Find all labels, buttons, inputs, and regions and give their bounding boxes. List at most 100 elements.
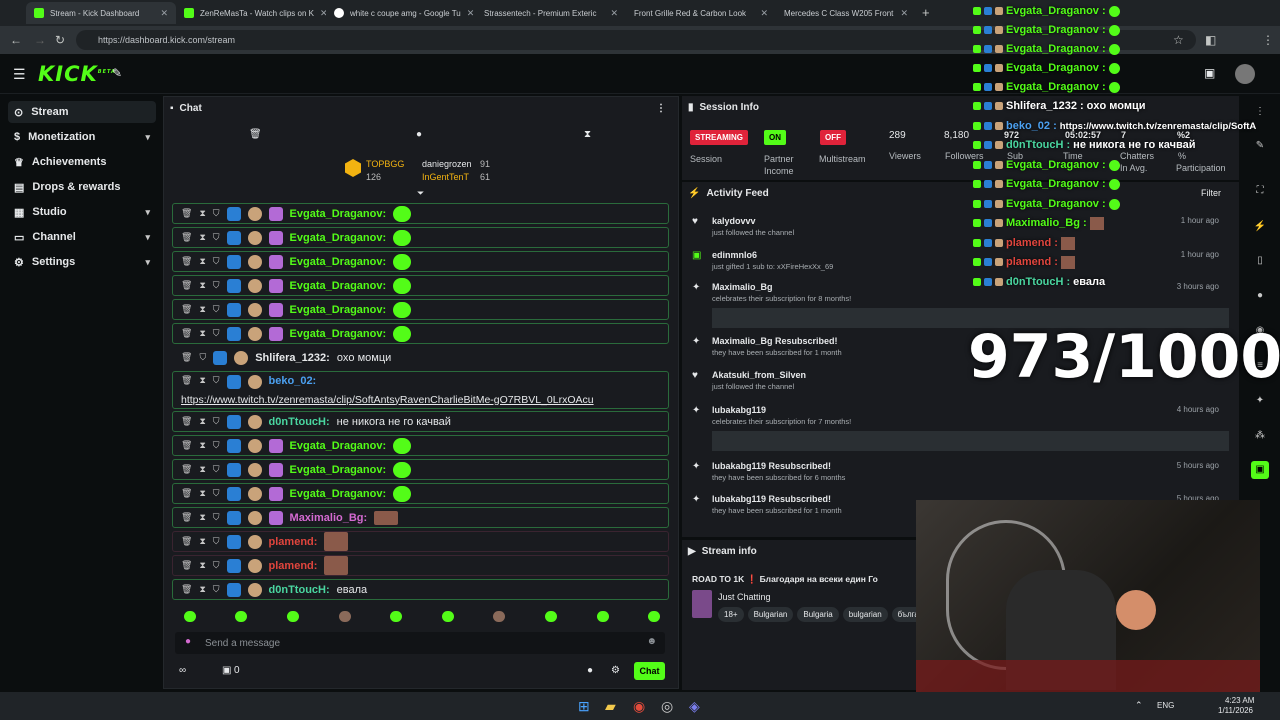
timeout-icon[interactable]: ⧗: [199, 375, 205, 386]
chat-username[interactable]: Maximalio_Bg:: [290, 512, 368, 524]
timeout-icon[interactable]: ⧗: [199, 584, 205, 595]
hourglass-icon[interactable]: ⧗: [584, 129, 591, 140]
rail-chat-icon[interactable]: ●: [1251, 287, 1269, 305]
delete-icon[interactable]: 🗑: [181, 208, 192, 219]
message-input[interactable]: ● Send a message ☻: [175, 632, 665, 654]
chat-username[interactable]: d0nTtoucH:: [269, 416, 330, 428]
feed-name[interactable]: edinmnlo6: [712, 250, 1229, 260]
chat-username[interactable]: Evgata_Draganov:: [290, 488, 387, 500]
close-icon[interactable]: ✕: [467, 8, 475, 19]
ban-icon[interactable]: ⛉: [213, 280, 220, 291]
ban-icon[interactable]: ⛉: [213, 536, 220, 547]
ban-icon[interactable]: ⛉: [213, 375, 220, 386]
ban-icon[interactable]: ⛉: [213, 440, 220, 451]
emote-icon[interactable]: [544, 610, 557, 622]
ban-icon[interactable]: ⛉: [213, 208, 220, 219]
chat-bubble-icon[interactable]: ●: [587, 665, 593, 676]
tag[interactable]: 18+: [718, 607, 744, 622]
dashboard-icon[interactable]: ▣: [1204, 66, 1215, 80]
feed-item[interactable]: ✦ lubakabg119 Resubscribed! they have been…: [692, 461, 1229, 482]
ban-icon[interactable]: ⛉: [199, 352, 206, 363]
delete-icon[interactable]: 🗑: [181, 256, 192, 267]
timeout-icon[interactable]: ⧗: [199, 464, 205, 475]
chat-message[interactable]: 🗑 ⧗ ⛉ Evgata_Draganov:: [172, 251, 669, 272]
sidebar-item-studio[interactable]: ▦ Studio ▾: [8, 201, 156, 223]
emote-icon[interactable]: [648, 610, 661, 622]
chat-message[interactable]: 🗑 ⧗ ⛉ Evgata_Draganov:: [172, 323, 669, 344]
ban-icon[interactable]: ⛉: [213, 488, 220, 499]
emote-icon[interactable]: [390, 610, 403, 622]
chat-message[interactable]: 🗑 ⛉ Shlifera_1232: oxo момци: [172, 347, 669, 368]
rail-tool-icon[interactable]: ✦: [1251, 392, 1269, 410]
new-tab-icon[interactable]: +: [922, 5, 930, 20]
back-icon[interactable]: ←: [10, 33, 22, 47]
clock-date[interactable]: 1/11/2026: [1218, 706, 1253, 715]
close-icon[interactable]: ✕: [900, 8, 908, 19]
reload-icon[interactable]: ↻: [55, 33, 65, 47]
chat-message[interactable]: 🗑 ⧗ ⛉ plamend:: [172, 531, 669, 552]
timeout-icon[interactable]: ⧗: [199, 440, 205, 451]
emoji-icon[interactable]: ☻: [646, 636, 657, 647]
feed-item[interactable]: ▣ edinmnlo6 just gifted 1 sub to: xXFireHe…: [692, 250, 1229, 271]
trash-icon[interactable]: 🗑: [249, 129, 262, 140]
language-indicator[interactable]: ENG: [1157, 701, 1174, 710]
feed-name[interactable]: Maximalio_Bg: [712, 282, 1229, 292]
emote-icon[interactable]: [596, 610, 609, 622]
chat-username[interactable]: plamend:: [269, 536, 318, 548]
sidebar-item-settings[interactable]: ⚙ Settings ▾: [8, 251, 156, 273]
tab-google[interactable]: white c coupe amg - Google Tu ✕: [326, 2, 476, 24]
ban-icon[interactable]: ⛉: [213, 416, 220, 427]
timeout-icon[interactable]: ⧗: [199, 416, 205, 427]
tag[interactable]: Bulgarian: [747, 607, 794, 622]
delete-icon[interactable]: 🗑: [181, 304, 192, 315]
chat-message[interactable]: 🗑 ⧗ ⛉ Evgata_Draganov:: [172, 227, 669, 248]
chat-username[interactable]: Evgata_Draganov:: [290, 256, 387, 268]
chat-mode-icon[interactable]: ●: [416, 129, 422, 140]
mic-icon[interactable]: ●: [185, 636, 191, 647]
chat-message[interactable]: 🗑 ⧗ ⛉ d0nTtoucH: не никога не го качвай: [172, 411, 669, 432]
chat-message[interactable]: 🗑 ⧗ ⛉ Evgata_Draganov:: [172, 435, 669, 456]
ban-icon[interactable]: ⛉: [213, 584, 220, 595]
timeout-icon[interactable]: ⧗: [199, 232, 205, 243]
emote-icon[interactable]: [441, 610, 454, 622]
chat-message[interactable]: 🗑 ⧗ ⛉ Evgata_Draganov:: [172, 459, 669, 480]
delete-icon[interactable]: 🗑: [181, 352, 192, 363]
gear-icon[interactable]: ⚙: [611, 665, 620, 676]
delete-icon[interactable]: 🗑: [181, 232, 192, 243]
chat-menu-icon[interactable]: ⋮: [656, 103, 666, 114]
emote-icon[interactable]: [493, 610, 506, 622]
delete-icon[interactable]: 🗑: [181, 584, 192, 595]
timeout-icon[interactable]: ⧗: [199, 280, 205, 291]
clock-time[interactable]: 4:23 AM: [1225, 696, 1254, 705]
sidebar-item-monetization[interactable]: $ Monetization ▾: [8, 126, 156, 148]
delete-icon[interactable]: 🗑: [181, 464, 192, 475]
feed-item[interactable]: ♥ kalydovvv just followed the channel 1 hou…: [692, 216, 1229, 237]
ban-icon[interactable]: ⛉: [213, 464, 220, 475]
close-icon[interactable]: ✕: [610, 8, 618, 19]
menu-dots-icon[interactable]: ⋮: [1262, 33, 1274, 47]
chat-username[interactable]: Evgata_Draganov:: [290, 440, 387, 452]
avatar[interactable]: [1235, 64, 1255, 84]
chat-send-button[interactable]: Chat: [634, 662, 665, 680]
discord-icon[interactable]: ◈: [689, 698, 700, 715]
obs-icon[interactable]: ◎: [661, 698, 673, 715]
chat-message[interactable]: 🗑 ⧗ ⛉ Evgata_Draganov:: [172, 203, 669, 224]
sidebar-item-achievements[interactable]: ♛ Achievements: [8, 151, 156, 173]
chat-username[interactable]: Evgata_Draganov:: [290, 328, 387, 340]
rail-gift-icon[interactable]: ▣: [1251, 461, 1269, 479]
tag[interactable]: Bulgaria: [797, 607, 839, 622]
rail-people-icon[interactable]: ⁂: [1251, 427, 1269, 445]
rail-expand-icon[interactable]: ⛶: [1251, 182, 1269, 200]
windows-start-icon[interactable]: ⊞: [578, 698, 590, 715]
ban-icon[interactable]: ⛉: [213, 256, 220, 267]
forward-icon[interactable]: →: [34, 33, 46, 47]
ban-icon[interactable]: ⛉: [213, 328, 220, 339]
rail-bolt-icon[interactable]: ⚡: [1251, 218, 1269, 236]
sidebar-item-channel[interactable]: ▭ Channel ▾: [8, 226, 156, 248]
chat-message[interactable]: 🗑 ⧗ ⛉ beko_02: https://www.twitch.tv/zenrema…: [172, 371, 669, 409]
pin-tool-icon[interactable]: ✎: [112, 66, 122, 80]
delete-icon[interactable]: 🗑: [181, 536, 192, 547]
chat-username[interactable]: plamend:: [269, 560, 318, 572]
ban-icon[interactable]: ⛉: [213, 304, 220, 315]
sidebar-item-stream[interactable]: ⊙ Stream: [8, 101, 156, 123]
